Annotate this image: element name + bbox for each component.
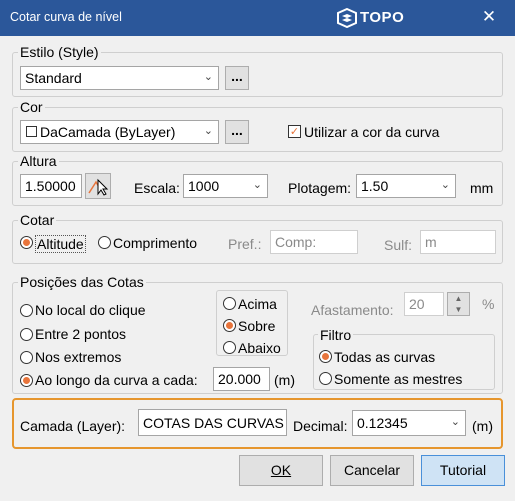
filtro-legend: Filtro	[318, 327, 354, 343]
escala-value: 1000	[188, 178, 220, 194]
acima-label: Acima	[238, 296, 277, 312]
comprimento-label: Comprimento	[113, 235, 198, 251]
ok-label: OK	[270, 462, 292, 478]
altura-legend: Altura	[18, 153, 59, 169]
afastamento-unit: %	[482, 296, 495, 312]
color-swatch	[26, 126, 37, 137]
plotagem-label: Plotagem:	[288, 180, 352, 196]
sobre-radio[interactable]	[223, 319, 236, 332]
somente-mestres-radio[interactable]	[319, 372, 332, 385]
cor-value: DaCamada (ByLayer)	[40, 124, 176, 140]
close-button[interactable]: ✕	[478, 6, 500, 28]
somente-mestres-label: Somente as mestres	[334, 371, 463, 387]
altitude-radio[interactable]	[20, 236, 33, 249]
escala-label: Escala:	[134, 180, 180, 196]
estilo-select[interactable]: Standard ⌄	[20, 66, 219, 90]
camada-label: Camada (Layer):	[20, 418, 126, 434]
pos-option-radio[interactable]	[20, 328, 33, 341]
plotagem-value: 1.50	[361, 178, 389, 194]
altitude-label: Altitude	[35, 235, 86, 253]
sulf-input[interactable]: m	[420, 230, 496, 254]
pos-option-radio[interactable]	[20, 351, 33, 364]
posicoes-legend: Posições das Cotas	[18, 274, 146, 290]
acima-radio[interactable]	[223, 297, 236, 310]
use-curve-color-label: Utilizar a cor da curva	[304, 124, 440, 140]
topo-logo-icon	[337, 8, 357, 28]
afastamento-input[interactable]: 20	[404, 292, 444, 316]
pos-option-label: No local do clique	[35, 302, 146, 318]
abaixo-radio[interactable]	[223, 341, 236, 354]
spin-down-icon[interactable]: ▼	[448, 304, 469, 315]
camada-value: COTAS DAS CURVAS	[143, 415, 284, 431]
cancel-button[interactable]: Cancelar	[330, 455, 414, 486]
pos-option-radio[interactable]	[20, 374, 33, 387]
ok-button[interactable]: OK	[239, 455, 323, 486]
comprimento-radio[interactable]	[98, 236, 111, 249]
todas-curvas-label: Todas as curvas	[334, 349, 436, 365]
window-title: Cotar curva de nível	[10, 10, 122, 24]
sulf-label: Sulf:	[384, 237, 413, 253]
use-curve-color-checkbox[interactable]: ✓	[288, 125, 301, 138]
decimal-label: Decimal:	[293, 418, 348, 434]
afastamento-label: Afastamento:	[311, 302, 394, 318]
pos-option-radio[interactable]	[20, 304, 33, 317]
sobre-label: Sobre	[238, 318, 276, 334]
afastamento-spinner[interactable]: ▲ ▼	[447, 292, 470, 316]
decimal-select[interactable]: 0.12345 ⌄	[352, 410, 466, 436]
interval-value: 20.000	[218, 371, 261, 387]
cancel-label: Cancelar	[343, 462, 401, 478]
interval-unit: (m)	[274, 372, 295, 388]
pref-input[interactable]: Comp:	[270, 230, 358, 254]
escala-select[interactable]: 1000 ⌄	[183, 174, 268, 198]
decimal-unit: (m)	[472, 418, 493, 434]
title-bar: Cotar curva de nível TOPO ✕	[0, 0, 515, 36]
chevron-down-icon: ⌄	[203, 125, 213, 137]
sulf-placeholder: m	[425, 234, 437, 250]
chevron-down-icon: ⌄	[440, 179, 450, 191]
estilo-browse-button[interactable]: ...	[225, 66, 249, 90]
topo-logo-text: TOPO	[360, 9, 405, 26]
cor-select[interactable]: DaCamada (ByLayer) ⌄	[20, 120, 219, 144]
afastamento-value: 20	[409, 296, 425, 312]
altura-input[interactable]: 1.50000	[20, 174, 82, 198]
chevron-down-icon: ⌄	[450, 416, 460, 428]
spin-up-icon[interactable]: ▲	[448, 293, 469, 304]
plotagem-select[interactable]: 1.50 ⌄	[356, 174, 456, 198]
estilo-legend: Estilo (Style)	[18, 44, 101, 60]
tutorial-label: Tutorial	[439, 462, 487, 478]
cor-legend: Cor	[18, 99, 45, 115]
pos-option-label: Ao longo da curva a cada:	[35, 372, 198, 388]
chevron-down-icon: ⌄	[252, 179, 262, 191]
chevron-down-icon: ⌄	[203, 71, 213, 83]
pick-height-button[interactable]	[85, 173, 111, 199]
todas-curvas-radio[interactable]	[319, 350, 332, 363]
pick-cursor-icon	[88, 178, 109, 196]
camada-input[interactable]: COTAS DAS CURVAS	[138, 409, 287, 436]
pos-option-label: Nos extremos	[35, 349, 122, 365]
decimal-value: 0.12345	[357, 415, 408, 431]
cor-browse-button[interactable]: ...	[225, 120, 249, 144]
estilo-value: Standard	[25, 70, 82, 86]
pref-placeholder: Comp:	[275, 234, 317, 250]
interval-input[interactable]: 20.000	[213, 367, 270, 391]
tutorial-button[interactable]: Tutorial	[421, 455, 505, 486]
abaixo-label: Abaixo	[238, 340, 281, 356]
pos-option-label: Entre 2 pontos	[35, 326, 127, 342]
pref-label: Pref.:	[228, 236, 262, 252]
cotar-legend: Cotar	[18, 212, 57, 228]
altura-value: 1.50000	[25, 178, 76, 194]
plotagem-unit: mm	[470, 180, 494, 196]
